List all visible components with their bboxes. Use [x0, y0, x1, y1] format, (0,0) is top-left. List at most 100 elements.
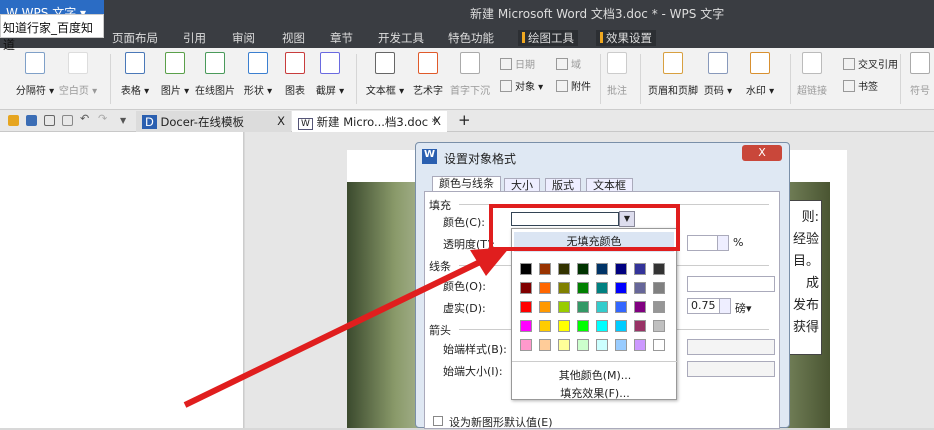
- color-swatch[interactable]: [520, 263, 532, 275]
- ribbon-small-button[interactable]: 书签: [843, 78, 878, 93]
- transparency-spinner[interactable]: [717, 235, 729, 251]
- fill-effects-option[interactable]: 填充效果(F)...: [512, 385, 678, 401]
- wps-writer-icon: W: [422, 149, 437, 164]
- color-swatch[interactable]: [615, 282, 627, 294]
- color-swatch[interactable]: [520, 282, 532, 294]
- color-swatch[interactable]: [558, 301, 570, 313]
- more-colors-option[interactable]: 其他颜色(M)...: [512, 367, 678, 383]
- color-swatch[interactable]: [634, 320, 646, 332]
- ribbon-small-button[interactable]: 日期: [500, 56, 535, 71]
- color-swatch[interactable]: [558, 282, 570, 294]
- color-swatch[interactable]: [634, 282, 646, 294]
- color-swatch[interactable]: [558, 339, 570, 351]
- color-swatch[interactable]: [520, 339, 532, 351]
- close-tab-icon[interactable]: X: [433, 114, 441, 128]
- color-swatch[interactable]: [653, 320, 665, 332]
- color-swatch[interactable]: [520, 320, 532, 332]
- open-icon[interactable]: [8, 115, 19, 126]
- menu-item[interactable]: 审阅: [232, 30, 255, 46]
- ribbon-button[interactable]: 截屏 ▾: [300, 52, 360, 97]
- color-swatch[interactable]: [539, 282, 551, 294]
- color-swatch[interactable]: [596, 301, 608, 313]
- color-swatch[interactable]: [653, 263, 665, 275]
- ribbon-button[interactable]: 首字下沉: [440, 52, 500, 97]
- weight-unit-dropdown[interactable]: 磅▾: [735, 300, 752, 316]
- menu-item[interactable]: 页面布局: [112, 30, 158, 46]
- color-swatch[interactable]: [539, 320, 551, 332]
- close-tab-icon[interactable]: X: [277, 114, 285, 128]
- ribbon-icon: [556, 80, 568, 92]
- menu-item[interactable]: 特色功能: [448, 30, 494, 46]
- dash-label: 虚实(D):: [443, 302, 486, 315]
- redo-icon[interactable]: ↷: [98, 112, 109, 125]
- dialog-close-button[interactable]: X: [742, 145, 782, 161]
- undo-icon[interactable]: ↶: [80, 112, 91, 125]
- color-swatch[interactable]: [577, 320, 589, 332]
- color-swatch[interactable]: [577, 282, 589, 294]
- menu-item[interactable]: 章节: [330, 30, 353, 46]
- tab-document[interactable]: W 新建 Micro...档3.doc * X: [292, 111, 447, 132]
- ribbon-small-button[interactable]: 附件: [556, 78, 591, 93]
- ribbon-small-button[interactable]: 域: [556, 56, 581, 71]
- color-swatch[interactable]: [615, 301, 627, 313]
- print-preview-icon[interactable]: [62, 115, 73, 126]
- ribbon-icon: [556, 58, 568, 70]
- color-swatch[interactable]: [577, 263, 589, 275]
- ribbon-separator: [790, 54, 791, 104]
- ribbon-icon: [460, 52, 480, 74]
- color-swatch[interactable]: [558, 263, 570, 275]
- color-swatch[interactable]: [634, 339, 646, 351]
- context-menu-item[interactable]: 效果设置: [596, 30, 656, 46]
- color-swatch[interactable]: [577, 339, 589, 351]
- ribbon-small-button[interactable]: 对象 ▾: [500, 78, 543, 93]
- color-dropdown: 无填充颜色 其他颜色(M)... 填充效果(F)...: [511, 228, 678, 401]
- ribbon-label: 域: [571, 60, 581, 71]
- line-color-select[interactable]: [687, 276, 775, 292]
- color-swatch[interactable]: [539, 339, 551, 351]
- menu-item[interactable]: 视图: [282, 30, 305, 46]
- tab-colors-lines[interactable]: 颜色与线条: [432, 176, 501, 192]
- customize-dropdown-icon[interactable]: ▼: [120, 116, 131, 127]
- color-swatch[interactable]: [634, 263, 646, 275]
- color-swatch[interactable]: [615, 263, 627, 275]
- begin-style-select[interactable]: [687, 339, 775, 355]
- color-swatch[interactable]: [596, 320, 608, 332]
- ribbon-button[interactable]: 水印 ▾: [730, 52, 790, 97]
- begin-size-select[interactable]: [687, 361, 775, 377]
- print-icon[interactable]: [44, 115, 55, 126]
- color-swatch[interactable]: [615, 320, 627, 332]
- ribbon-button[interactable]: 空白页 ▾: [48, 52, 108, 97]
- tab-label: Docer-在线模板: [160, 115, 244, 129]
- menu-item[interactable]: 开发工具: [378, 30, 424, 46]
- tab-docer[interactable]: D Docer-在线模板 X: [136, 111, 291, 132]
- transparency-label: 透明度(T):: [443, 238, 496, 251]
- color-swatch[interactable]: [539, 301, 551, 313]
- color-swatch[interactable]: [596, 339, 608, 351]
- default-checkbox[interactable]: [433, 416, 443, 426]
- new-tab-button[interactable]: +: [452, 108, 477, 129]
- save-icon[interactable]: [26, 115, 37, 126]
- menu-item[interactable]: 引用: [183, 30, 206, 46]
- color-swatch[interactable]: [539, 263, 551, 275]
- line-weight-spinner[interactable]: [719, 298, 731, 314]
- ribbon-label: 首字下沉: [450, 86, 490, 97]
- document-textbox[interactable]: 则: 经验 目。成发布 获得: [786, 200, 822, 355]
- ribbon-small-button[interactable]: 交叉引用: [843, 56, 898, 71]
- color-swatch[interactable]: [520, 301, 532, 313]
- ribbon-icon: [843, 80, 855, 92]
- ribbon-button[interactable]: 超链接: [782, 52, 842, 97]
- color-swatch[interactable]: [596, 263, 608, 275]
- color-swatch[interactable]: [558, 320, 570, 332]
- color-swatch[interactable]: [653, 282, 665, 294]
- color-swatch[interactable]: [596, 282, 608, 294]
- color-swatch[interactable]: [634, 301, 646, 313]
- ribbon-icon: [663, 52, 683, 74]
- color-swatch[interactable]: [653, 301, 665, 313]
- color-swatch[interactable]: [653, 339, 665, 351]
- context-menu-item[interactable]: 绘图工具: [518, 30, 578, 46]
- ribbon-separator: [356, 54, 357, 104]
- ribbon-button[interactable]: 批注: [587, 52, 647, 97]
- color-swatch[interactable]: [615, 339, 627, 351]
- document-text-line: 获得: [792, 320, 819, 335]
- color-swatch[interactable]: [577, 301, 589, 313]
